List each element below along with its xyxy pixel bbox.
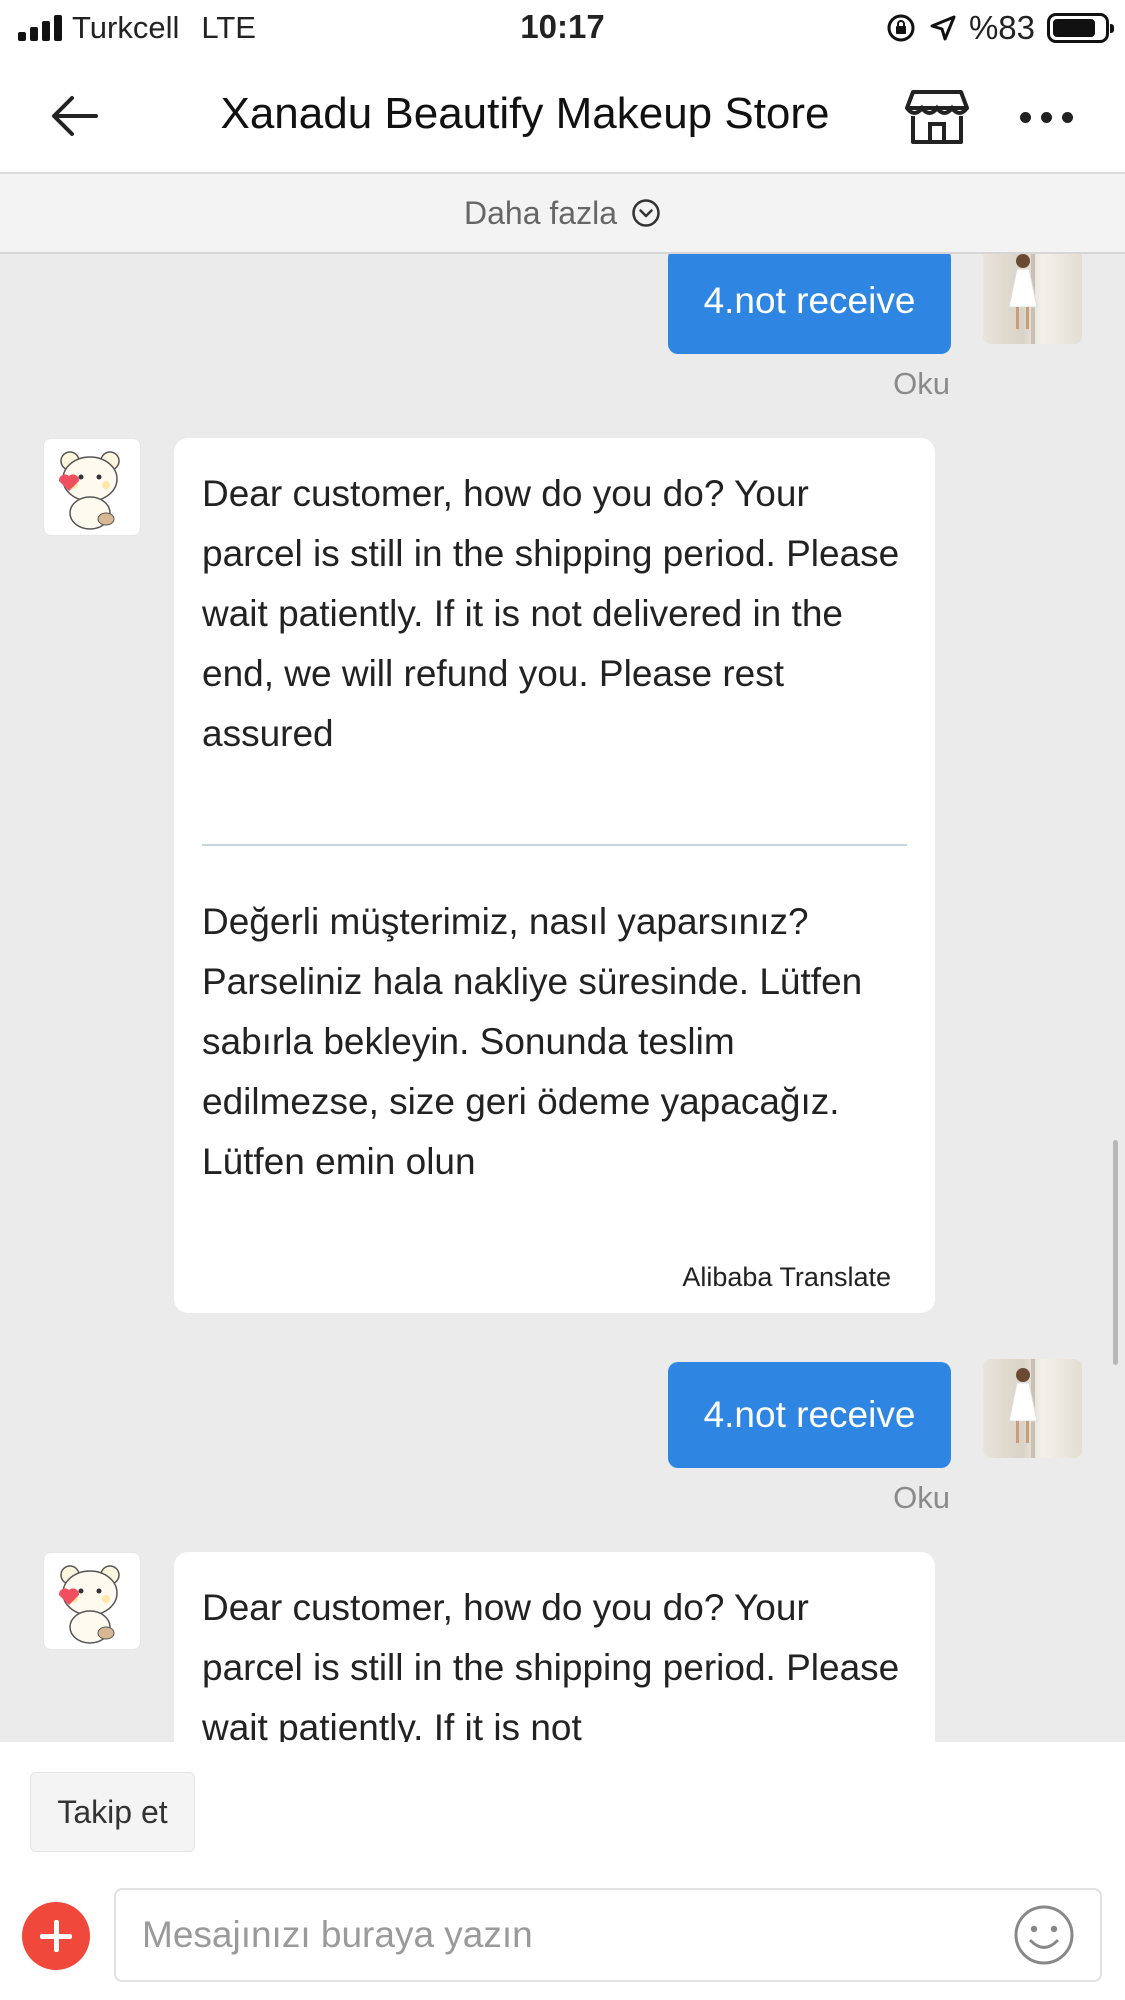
- incoming-message-bubble[interactable]: Dear customer, how do you do? Your parce…: [174, 1552, 935, 1742]
- translator-label: Alibaba Translate: [682, 1262, 891, 1292]
- location-arrow-icon: [930, 15, 956, 41]
- back-arrow-icon[interactable]: [46, 86, 106, 146]
- follow-label: Takip et: [57, 1793, 168, 1830]
- translation-divider: [202, 844, 907, 846]
- read-status: Oku: [893, 366, 950, 401]
- chevron-down-circle-icon: [632, 199, 660, 227]
- message-input[interactable]: [114, 1888, 1102, 1982]
- emoji-icon[interactable]: [1013, 1904, 1075, 1966]
- outgoing-message-bubble[interactable]: 4.not receive: [668, 254, 951, 354]
- incoming-message-bubble[interactable]: Dear customer, how do you do? Your parce…: [174, 438, 935, 1313]
- battery-percent: %83: [968, 9, 1035, 46]
- add-attachment-icon[interactable]: [22, 1902, 90, 1970]
- outgoing-message-bubble[interactable]: 4.not receive: [668, 1362, 951, 1468]
- store-icon[interactable]: [905, 86, 969, 146]
- follow-button[interactable]: Takip et: [30, 1772, 195, 1852]
- user-avatar[interactable]: [983, 254, 1082, 344]
- user-avatar[interactable]: [983, 1359, 1082, 1458]
- message-text: 4.not receive: [703, 280, 916, 321]
- user-avatar-photo: [1008, 1359, 1038, 1458]
- shop-avatar-bear-icon: [58, 451, 120, 530]
- shop-avatar[interactable]: [43, 438, 141, 536]
- message-text: 4.not receive: [703, 1394, 916, 1435]
- shop-avatar[interactable]: [43, 1552, 141, 1650]
- page-title: Xanadu Beautify Makeup Store: [220, 89, 830, 138]
- load-more-label: Daha fazla: [464, 194, 617, 231]
- rotation-lock-icon: [887, 14, 915, 42]
- status-bar: Turkcell LTE 10:17 %83: [0, 0, 1125, 56]
- shop-avatar-bear-icon: [58, 1565, 120, 1644]
- load-more-button[interactable]: Daha fazla: [0, 174, 1125, 254]
- battery-icon: [1047, 13, 1114, 43]
- battery-fill: [1053, 19, 1095, 37]
- read-status: Oku: [893, 1480, 950, 1515]
- user-avatar-photo: [1008, 254, 1038, 344]
- message-text: Dear customer, how do you do? Your parce…: [202, 473, 900, 754]
- status-right: %83: [885, 8, 1114, 48]
- translated-text: Değerli müşterimiz, nasıl yaparsınız? Pa…: [202, 901, 863, 1182]
- message-text: Dear customer, how do you do? Your parce…: [202, 1587, 900, 1742]
- chat-scrollbar[interactable]: [1113, 1140, 1118, 1365]
- more-options-icon[interactable]: [1020, 106, 1080, 128]
- chat-area[interactable]: 4.not receive Oku Dear customer, how do …: [0, 254, 1125, 1742]
- nav-bar: Xanadu Beautify Makeup Store: [0, 56, 1125, 174]
- composer-area: Takip et: [0, 1742, 1125, 2000]
